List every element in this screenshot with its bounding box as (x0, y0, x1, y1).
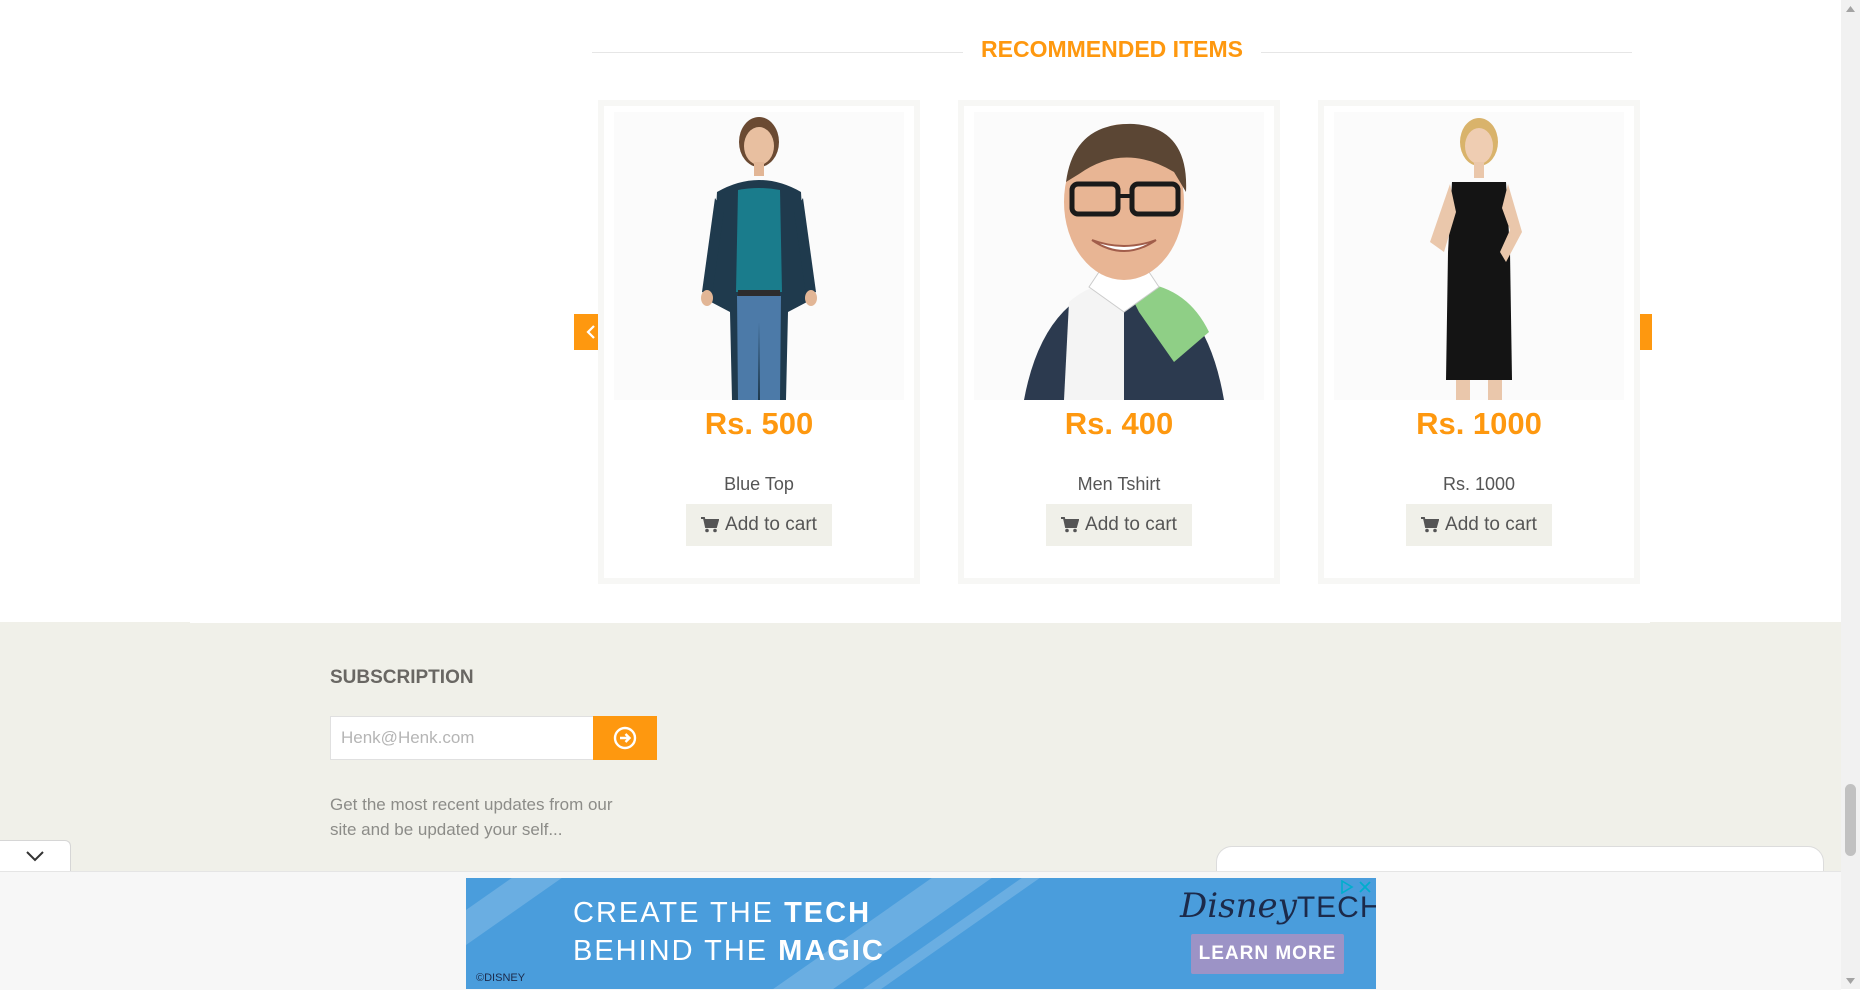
product-price: Rs. 500 (704, 406, 814, 441)
ad-banner[interactable]: CREATE THE TECH BEHIND THE MAGIC DisneyT… (466, 878, 1376, 989)
subscribe-button[interactable] (593, 716, 657, 760)
product-image-dress (1334, 112, 1624, 400)
ad-choices[interactable] (1340, 880, 1372, 894)
triangle-down-icon (1846, 977, 1855, 984)
ad-logo-main: Disney (1180, 886, 1297, 926)
chevron-left-icon (586, 325, 595, 339)
product-image-men-tshirt (974, 112, 1264, 400)
learn-more-button[interactable]: LEARN MORE (1191, 934, 1344, 974)
product-name: Blue Top (724, 474, 794, 494)
scrollbar-thumb[interactable] (1845, 784, 1856, 856)
scroll-down-button[interactable] (1841, 972, 1860, 989)
footer-divider (190, 622, 1650, 623)
triangle-up-icon (1846, 5, 1855, 12)
add-to-cart-button[interactable]: Add to cart (1046, 504, 1192, 546)
ad-info-icon[interactable] (1340, 880, 1354, 894)
cart-icon (701, 517, 720, 533)
add-to-cart-button[interactable]: Add to cart (1406, 504, 1552, 546)
subscription-title: SUBSCRIPTION (330, 667, 474, 688)
recommended-items-header: RECOMMENDED ITEMS (592, 34, 1632, 68)
collapse-ad-button[interactable] (0, 840, 71, 871)
add-to-cart-label: Add to cart (1445, 514, 1537, 535)
product-price: Rs. 1000 (1416, 406, 1542, 441)
subscription-description: Get the most recent updates from our sit… (330, 795, 613, 839)
recommended-items-title: RECOMMENDED ITEMS (963, 36, 1261, 62)
ad-line2-a: BEHIND THE (573, 935, 779, 967)
ad-headline: CREATE THE TECH BEHIND THE MAGIC (573, 894, 885, 970)
add-to-cart-button[interactable]: Add to cart (686, 504, 832, 546)
product-image-blue-top (614, 112, 904, 400)
close-icon[interactable] (1358, 880, 1372, 894)
cart-icon (1061, 517, 1080, 533)
product-card-men-tshirt: Rs. 400 Men Tshirt Add to cart (958, 100, 1280, 584)
subscription-email-input[interactable] (330, 716, 594, 760)
add-to-cart-label: Add to cart (1085, 514, 1177, 535)
ad-line2-b: MAGIC (778, 935, 885, 967)
ad-copyright: ©DISNEY (476, 972, 526, 984)
product-name: Rs. 1000 (1442, 474, 1516, 494)
product-card-dress: Rs. 1000 Rs. 1000 Add to cart (1318, 100, 1640, 584)
chevron-down-icon (26, 851, 44, 862)
ad-logo-tech: TECH (1296, 891, 1376, 924)
add-to-cart-label: Add to cart (725, 514, 817, 535)
product-card-blue-top: Rs. 500 Blue Top Add to cart (598, 100, 920, 584)
cart-icon (1421, 517, 1440, 533)
ad-line1-b: TECH (784, 897, 872, 929)
page: RECOMMENDED ITEMS Rs. 500 Blue Top Add t… (0, 0, 1841, 990)
arrow-circle-right-icon (613, 726, 637, 750)
scroll-up-button[interactable] (1841, 0, 1860, 17)
vertical-scrollbar[interactable] (1841, 0, 1860, 989)
ad-line1-a: CREATE THE (573, 897, 785, 929)
product-price: Rs. 400 (1064, 406, 1174, 441)
product-name: Men Tshirt (1077, 474, 1161, 494)
